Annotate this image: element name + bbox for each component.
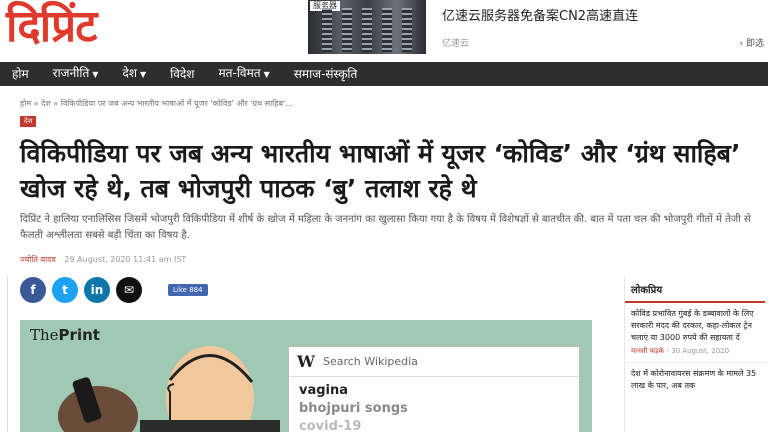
nav-item-country[interactable]: देश ▼ (110, 61, 158, 87)
share-bar: f t in ✉ Like 884 (20, 277, 208, 303)
nav-item-home[interactable]: होम (0, 62, 41, 86)
facebook-share-button[interactable]: f (20, 277, 46, 303)
popular-sidebar: लोकप्रिय कोविड प्रभावित गुंबई के डब्बावा… (624, 276, 768, 432)
site-header: दिप्रिंट 服务器 亿速云服务器免备案CN2高速直连 亿速云 › 即选 (0, 0, 768, 62)
breadcrumb[interactable]: होम » देश » विकिपीडिया पर जब अन्य भारतीय… (20, 98, 293, 109)
nav-item-world[interactable]: विदेश (158, 62, 206, 86)
left-edge-panel (0, 276, 8, 432)
popular-story-link[interactable]: कोविड प्रभावित गुंबई के डब्बावालों के लि… (625, 303, 768, 344)
facebook-like-button[interactable]: Like 884 (168, 284, 208, 296)
linkedin-icon: in (90, 283, 104, 297)
popular-story-date: 30 August, 2020 (671, 347, 730, 355)
wikipedia-search-placeholder: Search Wikipedia (322, 355, 418, 368)
wikipedia-search-bar: W Search Wikipedia (289, 347, 579, 377)
popular-story-link[interactable]: देश में कोरोनावायरस संक्रमण के मामले 35 … (625, 363, 768, 392)
suggestion-item: covid-19 (299, 419, 362, 432)
wikipedia-logo-icon: W (297, 352, 315, 371)
ad-source: 亿速云 (442, 39, 470, 49)
author-link[interactable]: ज्योति यादव (20, 255, 56, 264)
article-byline: ज्योति यादव 29 August, 2020 11:41 am IST (20, 254, 186, 265)
ad-title[interactable]: 亿速云服务器免备案CN2高速直连 (442, 5, 638, 24)
article-headline: विकिपीडिया पर जब अन्य भारतीय भाषाओं में … (20, 139, 741, 203)
ad-image[interactable]: 服务器 (308, 0, 426, 54)
mail-icon: ✉ (123, 283, 135, 297)
chevron-down-icon: ▼ (140, 70, 147, 79)
email-share-button[interactable]: ✉ (116, 277, 142, 303)
chevron-down-icon: ▼ (263, 70, 270, 79)
popular-story-meta: मानसी फड़के - 30 August, 2020 (625, 344, 768, 363)
page: दिप्रिंट 服务器 亿速云服务器免备案CN2高速直连 亿速云 › 即选 ह… (0, 0, 768, 432)
category-badge[interactable]: देश (20, 116, 37, 127)
article-hero-image: ThePrint W Search Wikipedia vagina bhojp… (20, 320, 592, 432)
twitter-share-button[interactable]: t (52, 277, 78, 303)
suggestion-item: bhojpuri songs (299, 401, 408, 416)
nav-item-opinion[interactable]: मत-विमत ▼ (206, 61, 281, 87)
linkedin-share-button[interactable]: in (84, 277, 110, 303)
twitter-icon: t (62, 283, 68, 297)
wikipedia-search-illustration: W Search Wikipedia vagina bhojpuri songs… (288, 346, 580, 432)
facebook-icon: f (30, 283, 36, 297)
ad-cta-link[interactable]: › 即选 (740, 36, 764, 49)
site-logo[interactable]: दिप्रिंट (6, 0, 97, 54)
chevron-down-icon: ▼ (92, 70, 99, 79)
nav-item-society[interactable]: समाज-संस्कृति (282, 62, 370, 86)
sidebar-title: लोकप्रिय (625, 276, 765, 303)
ad-banner[interactable]: 服务器 亿速云服务器免备案CN2高速直连 亿速云 › 即选 (308, 0, 768, 54)
nav-item-politics[interactable]: राजनीति ▼ (41, 61, 111, 87)
popular-story-author[interactable]: मानसी फड़के (631, 347, 664, 355)
publish-date: 29 August, 2020 11:41 am IST (64, 255, 187, 264)
main-nav: होम राजनीति ▼ देश ▼ विदेश मत-विमत ▼ समाज-सं… (0, 62, 768, 86)
article-summary: दिप्रिंट ने हालिया एनालिसिस जिसमें भोजपु… (20, 214, 751, 241)
suggestion-item: vagina (299, 383, 349, 398)
